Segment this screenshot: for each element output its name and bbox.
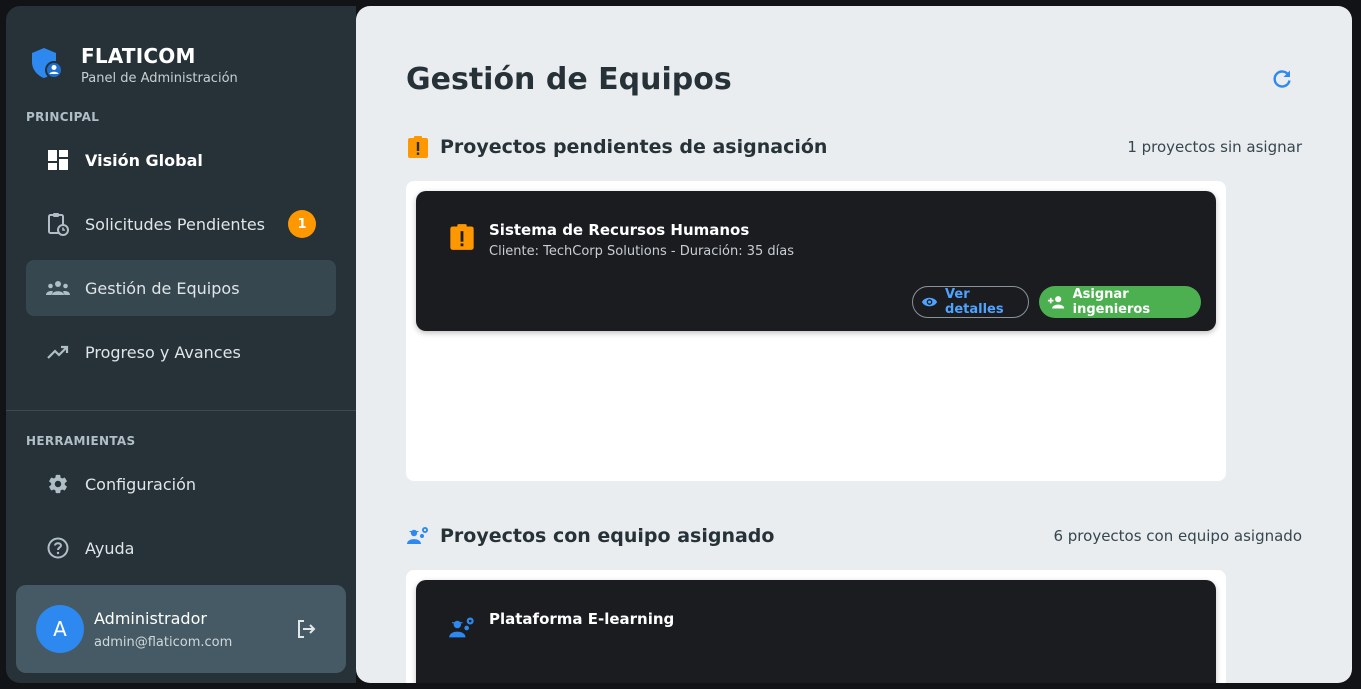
sidebar-item-progreso[interactable]: Progreso y Avances <box>26 324 336 380</box>
sidebar-item-label: Gestión de Equipos <box>85 278 240 298</box>
user-name: Administrador <box>94 609 207 628</box>
clipboard-clock-icon <box>46 212 70 236</box>
sidebar-item-label: Ayuda <box>85 538 135 558</box>
view-details-button[interactable]: Ver detalles <box>912 286 1029 318</box>
pending-warning-icon <box>450 224 474 250</box>
sidebar-divider <box>6 410 356 411</box>
pending-section-title: Proyectos pendientes de asignación <box>440 136 828 158</box>
assigned-section-title: Proyectos con equipo asignado <box>440 525 775 547</box>
user-email: admin@flaticom.com <box>94 635 233 650</box>
assigned-section-header: Proyectos con equipo asignado 6 proyecto… <box>406 524 1302 548</box>
project-card[interactable]: Sistema de Recursos Humanos Cliente: Tec… <box>416 191 1216 331</box>
shield-user-icon <box>32 48 63 79</box>
sidebar-item-label: Configuración <box>85 474 197 494</box>
help-icon <box>46 536 70 560</box>
sidebar: FLATICOM Panel de Administración PRINCIP… <box>6 6 356 683</box>
pending-count-text: 1 proyectos sin asignar <box>1127 138 1302 156</box>
assign-engineers-label: Asignar ingenieros <box>1072 287 1151 317</box>
assigned-projects-panel: Plataforma E-learning <box>406 570 1226 683</box>
sidebar-item-ayuda[interactable]: Ayuda <box>26 520 336 576</box>
sidebar-item-label: Progreso y Avances <box>85 342 241 362</box>
sidebar-item-vision-global[interactable]: Visión Global <box>26 132 336 188</box>
pending-section-header: Proyectos pendientes de asignación 1 pro… <box>406 135 1302 159</box>
pending-warning-icon <box>408 136 428 158</box>
project-title: Plataforma E-learning <box>489 610 675 628</box>
sidebar-item-label: Visión Global <box>85 150 203 170</box>
groups-icon <box>46 276 70 300</box>
sidebar-item-solicitudes[interactable]: Solicitudes Pendientes 1 <box>26 196 336 252</box>
pending-projects-panel: Sistema de Recursos Humanos Cliente: Tec… <box>406 181 1226 481</box>
assigned-count-text: 6 proyectos con equipo asignado <box>1053 527 1302 545</box>
brand-subtitle: Panel de Administración <box>81 71 238 86</box>
avatar: A <box>36 605 84 653</box>
gear-icon <box>46 472 70 496</box>
sidebar-item-configuracion[interactable]: Configuración <box>26 456 336 512</box>
engineering-team-icon <box>407 527 428 544</box>
user-card: A Administrador admin@flaticom.com <box>16 585 346 673</box>
sidebar-item-gestion-equipos[interactable]: Gestión de Equipos <box>26 260 336 316</box>
logout-icon[interactable] <box>294 617 318 641</box>
eye-icon <box>921 297 938 307</box>
pending-count-badge: 1 <box>288 210 316 238</box>
brand: FLATICOM Panel de Administración <box>30 44 238 87</box>
view-details-label: Ver detalles <box>945 287 1004 317</box>
main-content: Gestión de Equipos Proyectos pendientes … <box>356 6 1352 683</box>
project-card[interactable]: Plataforma E-learning <box>416 580 1216 683</box>
brand-name: FLATICOM <box>81 44 196 68</box>
page-title: Gestión de Equipos <box>406 62 732 97</box>
engineering-team-icon <box>449 617 474 638</box>
project-details: Cliente: TechCorp Solutions - Duración: … <box>489 244 795 259</box>
section-label-principal: PRINCIPAL <box>26 110 100 124</box>
sidebar-item-label: Solicitudes Pendientes <box>85 214 266 234</box>
section-label-herramientas: HERRAMIENTAS <box>26 434 136 448</box>
trending-up-icon <box>46 340 70 364</box>
project-title: Sistema de Recursos Humanos <box>489 221 750 239</box>
person-add-icon <box>1047 296 1065 309</box>
refresh-icon[interactable] <box>1270 67 1294 91</box>
dashboard-icon <box>46 148 70 172</box>
assign-engineers-button[interactable]: Asignar ingenieros <box>1039 286 1201 318</box>
